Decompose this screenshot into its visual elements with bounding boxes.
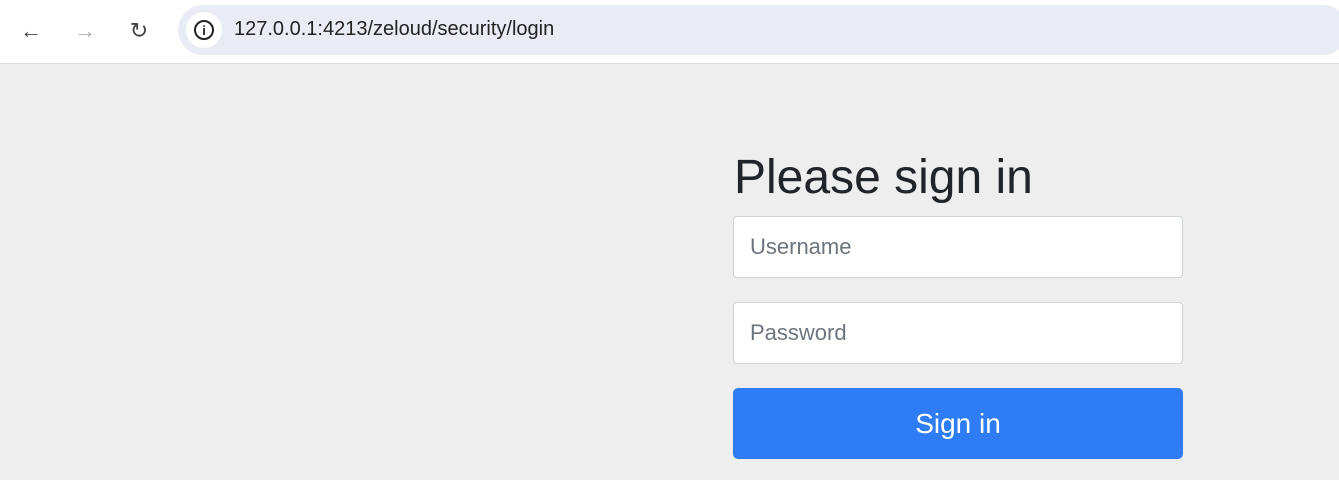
address-bar[interactable]: i 127.0.0.1:4213/zeloud/security/login (178, 5, 1339, 55)
browser-toolbar: ← → ↻ i 127.0.0.1:4213/zeloud/security/l… (0, 0, 1339, 64)
site-info-button[interactable]: i (186, 12, 222, 48)
reload-icon[interactable]: ↻ (122, 14, 156, 48)
info-icon: i (194, 20, 214, 40)
sign-in-button[interactable]: Sign in (733, 388, 1183, 459)
url-text[interactable]: 127.0.0.1:4213/zeloud/security/login (234, 18, 554, 41)
password-input[interactable] (733, 302, 1183, 364)
username-input[interactable] (733, 216, 1183, 278)
back-arrow-icon[interactable]: ← (14, 14, 48, 48)
forward-arrow-icon[interactable]: → (68, 14, 102, 48)
page-title: Please sign in (734, 151, 1033, 204)
